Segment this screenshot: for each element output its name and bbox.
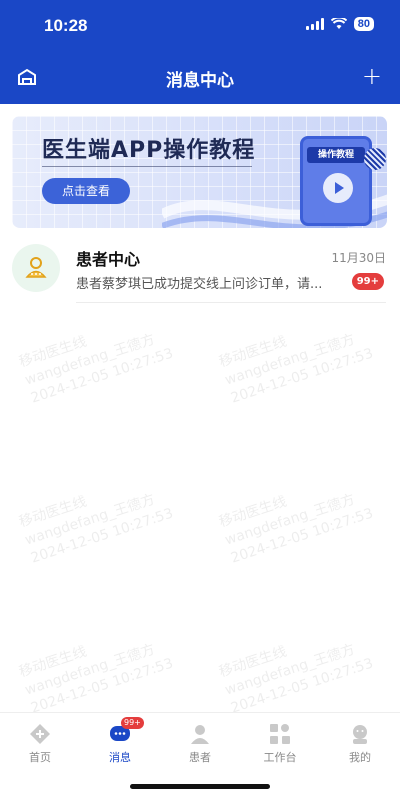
tab-label: 工作台 [263,751,297,764]
play-icon [323,173,353,203]
watermark: 移动医生线 wangdefang_王德方 2024-12-05 10:27:53 [217,641,376,717]
phone-illustration: 操作教程 [300,136,372,226]
watermark: 移动医生线 wangdefang_王德方 2024-12-05 10:27:53 [17,491,176,567]
nav-bar: 消息中心 + [0,56,400,100]
home-indicator [130,784,270,789]
banner-underline [42,166,252,167]
tab-home[interactable]: 首页 [0,723,80,765]
list-item[interactable]: 患者中心 11月30日 患者蔡梦琪已成功提交线上问诊订单，请... 99+ [0,240,400,304]
unread-badge: 99+ [351,273,384,290]
message-date: 11月30日 [331,251,386,265]
battery-indicator: 80 [353,17,374,31]
wifi-icon [330,18,347,29]
patient-icon [189,723,211,745]
tab-label: 首页 [29,751,51,764]
tab-workbench[interactable]: 工作台 [240,723,320,765]
striped-circle-decoration [364,148,386,170]
phone-label: 操作教程 [307,147,365,163]
tutorial-banner[interactable]: 医生端APP操作教程 点击查看 操作教程 [12,116,387,228]
list-divider [76,302,386,303]
signal-icon [305,18,324,30]
tab-profile[interactable]: 我的 [320,723,400,765]
banner-title: 医生端APP操作教程 [42,138,256,163]
status-icons: 80 [305,17,374,31]
message-sender: 患者中心 [76,250,141,269]
add-button[interactable]: + [362,62,382,90]
patient-center-icon [25,257,47,278]
view-tutorial-button[interactable]: 点击查看 [42,178,130,204]
status-bar: 10:28 80 [0,0,400,52]
tab-messages[interactable]: 99+ 消息 [80,717,160,765]
app-header: 10:28 80 消息中心 + [0,0,400,104]
profile-icon [349,723,371,745]
tab-label: 我的 [349,751,371,764]
watermark: 移动医生线 wangdefang_王德方 2024-12-05 10:27:53 [217,331,376,407]
watermark: 移动医生线 wangdefang_王德方 2024-12-05 10:27:53 [17,641,176,717]
page-title: 消息中心 [166,71,234,91]
workbench-icon [269,723,291,745]
message-icon: 99+ [109,717,144,745]
avatar [12,244,60,292]
watermark: 移动医生线 wangdefang_王德方 2024-12-05 10:27:53 [17,331,176,407]
tab-label: 患者 [189,751,211,764]
tab-badge: 99+ [121,717,144,729]
home-plus-icon [29,723,51,745]
tab-label: 消息 [109,751,131,764]
watermark: 移动医生线 wangdefang_王德方 2024-12-05 10:27:53 [217,491,376,567]
tab-patients[interactable]: 患者 [160,723,240,765]
status-time: 10:28 [44,16,88,35]
message-preview: 患者蔡梦琪已成功提交线上问诊订单，请... [76,277,323,292]
